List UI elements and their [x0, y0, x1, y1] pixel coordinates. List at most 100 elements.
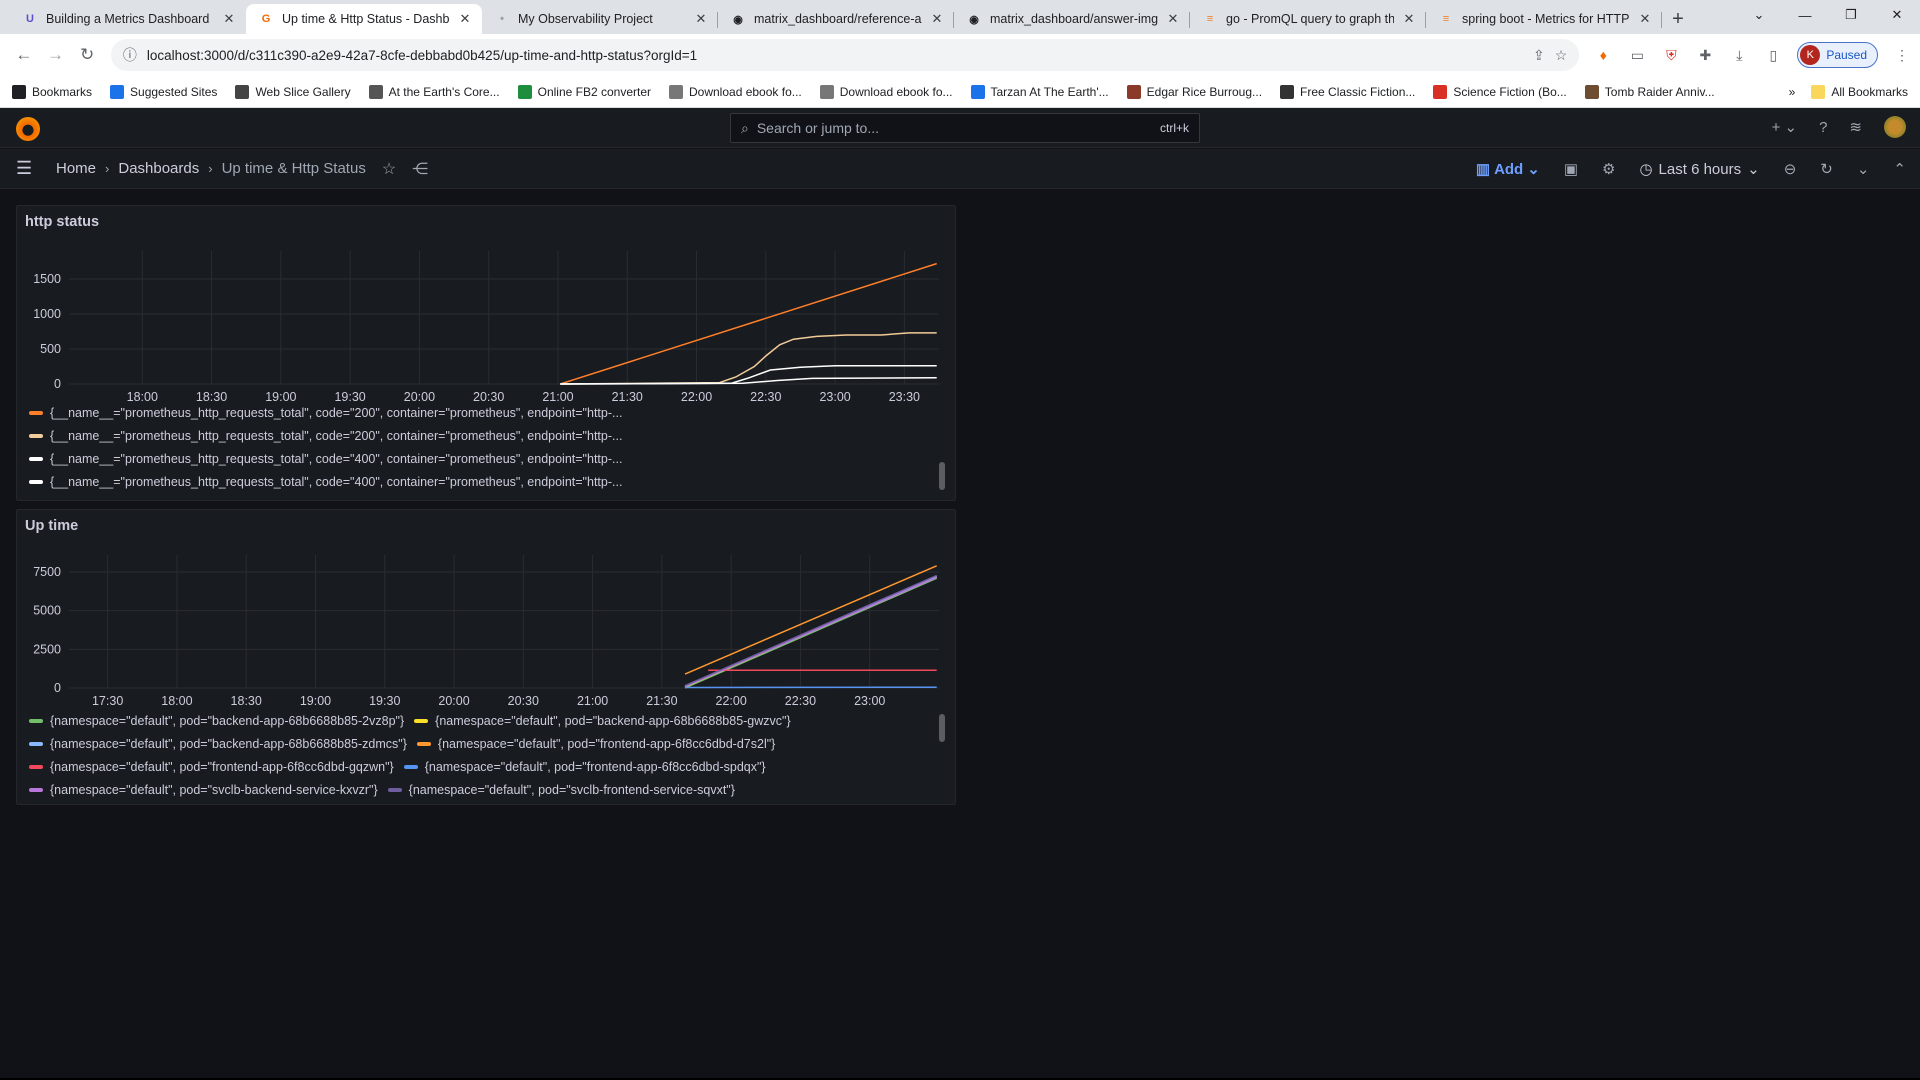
download-icon[interactable]: ⤓ — [1729, 45, 1749, 65]
bookmark-label: Edgar Rice Burroug... — [1146, 84, 1263, 99]
legend-label: {__name__="prometheus_http_requests_tota… — [50, 474, 623, 489]
browser-tab[interactable]: ◉ matrix_dashboard/answer-img ✕ — [954, 4, 1190, 34]
panel-http-status[interactable]: 18:00 18:30 19:00 19:30 20:00 20:30 21:00 21:30… — [16, 205, 956, 501]
tab-search-chevron-icon[interactable]: ⌄ — [1736, 0, 1782, 30]
user-avatar[interactable] — [1884, 116, 1906, 138]
tab-favicon-icon: G — [261, 13, 271, 25]
legend-label: {namespace="default", pod="frontend-app-… — [50, 759, 394, 774]
tab-title: Up time & Http Status - Dashbo — [282, 12, 450, 26]
news-rss-icon[interactable]: ≋ — [1849, 118, 1862, 136]
tab-close-icon[interactable]: ✕ — [458, 11, 472, 27]
add-button[interactable]: ▥ Add ⌄ — [1475, 160, 1540, 179]
legend-item[interactable]: {__name__="prometheus_http_requests_tota… — [29, 406, 622, 420]
share-dashboard-icon[interactable]: ⋲ — [412, 159, 428, 179]
tab-close-icon[interactable]: ✕ — [222, 11, 236, 27]
collapse-chevron-up-icon[interactable]: ⌃ — [1893, 160, 1906, 178]
side-panel-icon[interactable]: ▯ — [1763, 45, 1783, 65]
legend-item[interactable]: {namespace="default", pod="frontend-app-… — [416, 737, 775, 751]
legend-scrollbar[interactable] — [939, 714, 945, 742]
zoom-out-icon[interactable]: ⊖ — [1784, 160, 1797, 178]
browser-tab[interactable]: ≡ go - PromQL query to graph th ✕ — [1190, 4, 1426, 34]
browser-tab[interactable]: • My Observability Project ✕ — [482, 4, 718, 34]
browser-tab[interactable]: G Up time & Http Status - Dashbo ✕ — [246, 4, 482, 34]
g-icon — [819, 84, 834, 99]
share-icon[interactable]: ⇪ — [1533, 47, 1545, 64]
grafana-logo-icon[interactable] — [16, 117, 40, 141]
menu-hamburger-icon[interactable]: ☰ — [16, 158, 38, 179]
all-bookmarks[interactable]: All Bookmarks — [1811, 84, 1908, 99]
bookmark-label: Online FB2 converter — [537, 84, 651, 99]
search-bar[interactable]: ⌕ Search or jump to... ctrl+k — [730, 113, 1200, 143]
bookmark-item[interactable]: Tomb Raider Anniv... — [1584, 84, 1715, 99]
legend-item[interactable]: {__name__="prometheus_http_requests_tota… — [29, 452, 622, 466]
time-range-picker[interactable]: ◷ Last 6 hours ⌄ — [1639, 160, 1759, 179]
bookmark-label: Science Fiction (Bo... — [1453, 84, 1567, 99]
save-dashboard-icon[interactable]: ▣ — [1564, 160, 1578, 178]
add-chart-icon: ▥ — [1475, 161, 1491, 178]
tab-close-icon[interactable]: ✕ — [694, 11, 708, 27]
refresh-icon[interactable]: ↻ — [1820, 160, 1833, 178]
profile-button[interactable]: K Paused — [1797, 42, 1879, 68]
legend-item[interactable]: {namespace="default", pod="svclb-fronten… — [387, 783, 735, 797]
bookmark-item[interactable]: Download ebook fo... — [669, 84, 802, 99]
brave-extension-icon[interactable]: ♦ — [1593, 45, 1613, 65]
bookmark-item[interactable]: Free Classic Fiction... — [1280, 84, 1415, 99]
new-plus-icon[interactable]: + ⌄ — [1772, 118, 1798, 136]
star-favorite-icon[interactable]: ☆ — [382, 159, 396, 179]
site-info-icon[interactable]: ⓘ — [123, 45, 137, 65]
kebab-menu-icon[interactable]: ⋮ — [1892, 45, 1912, 65]
browser-tab[interactable]: ≡ spring boot - Metrics for HTTP ✕ — [1426, 4, 1662, 34]
bookmark-item[interactable]: Edgar Rice Burroug... — [1126, 84, 1263, 99]
grafana-top-bar: ⌕ Search or jump to... ctrl+k + ⌄ ? ≋ — [0, 108, 1920, 148]
forward-button[interactable]: → — [40, 39, 72, 71]
y-tick-label: 1500 — [33, 272, 61, 286]
legend-scrollbar[interactable] — [939, 462, 945, 490]
tab-close-icon[interactable]: ✕ — [1638, 11, 1652, 27]
tab-close-icon[interactable]: ✕ — [1402, 11, 1416, 27]
refresh-interval-chevron-icon[interactable]: ⌄ — [1857, 160, 1870, 178]
close-window-button[interactable]: ✕ — [1874, 0, 1920, 30]
bookmark-item[interactable]: Suggested Sites — [110, 84, 217, 99]
g-icon — [669, 84, 683, 99]
bookmark-item[interactable]: Web Slice Gallery — [235, 84, 351, 99]
tab-close-icon[interactable]: ✕ — [930, 11, 944, 27]
new-tab-button[interactable]: + — [1662, 4, 1694, 34]
legend-item[interactable]: {namespace="default", pod="backend-app-6… — [414, 714, 791, 728]
legend-item[interactable]: {__name__="prometheus_http_requests_tota… — [29, 429, 622, 443]
legend-item[interactable]: {namespace="default", pod="backend-app-6… — [29, 737, 407, 751]
more-bookmarks-icon[interactable]: » — [1789, 85, 1796, 99]
address-bar[interactable]: ⓘ localhost:3000/d/c311c390-a2e9-42a7-8c… — [110, 39, 1580, 71]
bookmark-item[interactable]: Science Fiction (Bo... — [1433, 84, 1567, 99]
bookmark-item[interactable]: Download ebook fo... — [819, 84, 953, 99]
folder-icon — [1811, 84, 1826, 99]
legend-item[interactable]: {namespace="default", pod="frontend-app-… — [29, 760, 394, 774]
breadcrumb-home[interactable]: Home — [56, 160, 96, 177]
legend-item[interactable]: {namespace="default", pod="frontend-app-… — [403, 759, 766, 774]
legend-item[interactable]: {namespace="default", pod="backend-app-6… — [29, 714, 404, 728]
tab-close-icon[interactable]: ✕ — [1166, 11, 1180, 27]
legend-item[interactable]: {namespace="default", pod="svclb-backend… — [29, 783, 378, 797]
url-text[interactable]: localhost:3000/d/c311c390-a2e9-42a7-8cfe… — [147, 48, 1523, 63]
bookmark-item[interactable]: Online FB2 converter — [517, 84, 651, 99]
reload-button[interactable]: ↻ — [71, 39, 103, 71]
bookmark-item[interactable]: At the Earth's Core... — [368, 84, 500, 99]
help-icon[interactable]: ? — [1819, 119, 1827, 136]
legend-label: {namespace="default", pod="frontend-app-… — [424, 759, 766, 774]
bookmark-label: Download ebook fo... — [839, 84, 953, 99]
bookmark-item[interactable]: Tarzan At The Earth'... — [970, 84, 1109, 99]
shield-extension-icon[interactable]: ⛨ — [1661, 45, 1681, 65]
settings-gear-icon[interactable]: ⚙ — [1602, 160, 1615, 178]
restore-button[interactable]: ❐ — [1828, 0, 1874, 30]
breadcrumb-dashboards[interactable]: Dashboards — [118, 160, 199, 177]
browser-tab[interactable]: ◉ matrix_dashboard/reference-ap ✕ — [718, 4, 954, 34]
browser-tab[interactable]: U Building a Metrics Dashboard ✕ — [10, 4, 246, 34]
extensions-puzzle-icon[interactable]: ✚ — [1695, 45, 1715, 65]
browser-toolbar: ← → ↻ ⓘ localhost:3000/d/c311c390-a2e9-4… — [0, 34, 1920, 76]
panel-up-time[interactable]: 17:30 18:00 18:30 19:00 19:30 20:00 20:30 21:00… — [16, 509, 956, 805]
minimize-button[interactable]: — — [1782, 0, 1828, 30]
legend-item[interactable]: {__name__="prometheus_http_requests_tota… — [29, 475, 622, 489]
back-button[interactable]: ← — [8, 39, 40, 71]
bookmark-star-icon[interactable]: ☆ — [1555, 47, 1568, 64]
bookmark-item[interactable]: Bookmarks — [12, 84, 92, 99]
picture-in-picture-icon[interactable]: ▭ — [1627, 45, 1647, 65]
